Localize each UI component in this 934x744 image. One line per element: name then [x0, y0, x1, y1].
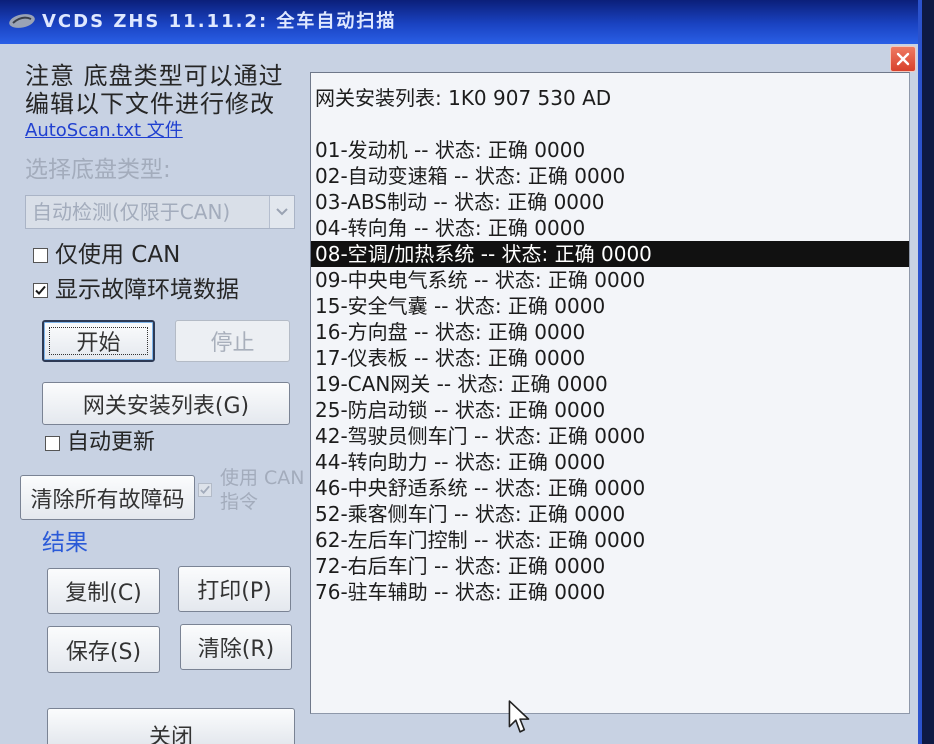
print-button-label: 打印(P) — [197, 579, 272, 604]
print-button[interactable]: 打印(P) — [178, 566, 291, 612]
chassis-type-dropdown-button[interactable] — [269, 196, 294, 228]
stop-button[interactable]: 停止 — [175, 320, 290, 362]
checkmark-icon — [35, 285, 46, 295]
result-row[interactable]: 03-ABS制动 -- 状态: 正确 0000 — [311, 189, 909, 215]
result-row[interactable]: 42-驾驶员侧车门 -- 状态: 正确 0000 — [311, 423, 909, 449]
show-freeze-frame-checkbox-box[interactable] — [33, 282, 48, 298]
gateway-list-button-label: 网关安装列表(G) — [82, 393, 250, 419]
clear-all-dtc-button-label: 清除所有故障码 — [30, 487, 185, 513]
use-can-command-label-line-1: 使用 CAN — [220, 467, 305, 489]
show-freeze-frame-checkbox[interactable]: 显示故障环境数据 — [33, 277, 239, 303]
result-row[interactable]: 16-方向盘 -- 状态: 正确 0000 — [311, 319, 909, 345]
chassis-note-line-1: 注意 底盘类型可以通过 — [25, 62, 284, 90]
chassis-type-select[interactable]: 自动检测(仅限于CAN) — [25, 195, 295, 229]
results-heading: 结果 — [42, 530, 88, 556]
result-row[interactable]: 08-空调/加热系统 -- 状态: 正确 0000 — [311, 241, 909, 267]
save-button[interactable]: 保存(S) — [47, 626, 160, 673]
result-row[interactable]: 46-中央舒适系统 -- 状态: 正确 0000 — [311, 475, 909, 501]
clear-all-dtc-button[interactable]: 清除所有故障码 — [20, 475, 195, 520]
result-row[interactable]: 25-防启动锁 -- 状态: 正确 0000 — [311, 397, 909, 423]
results-text-area[interactable]: 网关安装列表: 1K0 907 530 AD 01-发动机 -- 状态: 正确 … — [310, 72, 910, 714]
result-row[interactable]: 19-CAN网关 -- 状态: 正确 0000 — [311, 371, 909, 397]
stop-button-label: 停止 — [210, 331, 255, 356]
result-row[interactable]: 02-自动变速箱 -- 状态: 正确 0000 — [311, 163, 909, 189]
chassis-type-label: 选择底盘类型: — [25, 157, 171, 183]
focus-indicator — [49, 327, 148, 355]
result-row[interactable]: 04-转向角 -- 状态: 正确 0000 — [311, 215, 909, 241]
only-can-checkbox-box[interactable] — [33, 247, 48, 263]
chevron-down-icon — [276, 208, 288, 216]
result-row[interactable]: 17-仪表板 -- 状态: 正确 0000 — [311, 345, 909, 371]
use-can-command-label: 使用 CAN 指令 — [220, 466, 305, 514]
clear-results-button-label: 清除(R) — [197, 637, 275, 662]
clear-results-button[interactable]: 清除(R) — [180, 624, 292, 670]
show-freeze-frame-label: 显示故障环境数据 — [55, 277, 239, 303]
auto-update-checkbox-box[interactable] — [45, 435, 60, 451]
title-bar[interactable]: VCDS ZHS 11.11.2: 全车自动扫描 — [0, 0, 918, 44]
checkmark-icon — [200, 485, 210, 495]
autoscan-window: VCDS ZHS 11.11.2: 全车自动扫描 注意 底盘类型可以通过 编辑以… — [0, 0, 922, 744]
chassis-note-line-2: 编辑以下文件进行修改 — [25, 90, 275, 118]
result-row[interactable]: 76-驻车辅助 -- 状态: 正确 0000 — [311, 579, 909, 605]
only-can-label: 仅使用 CAN — [55, 242, 181, 268]
copy-button[interactable]: 复制(C) — [47, 568, 160, 614]
use-can-command-checkbox[interactable]: 使用 CAN 指令 — [198, 466, 305, 514]
result-row[interactable]: 44-转向助力 -- 状态: 正确 0000 — [311, 449, 909, 475]
save-button-label: 保存(S) — [65, 639, 142, 665]
window-close-button[interactable] — [890, 46, 916, 72]
close-icon — [896, 52, 910, 66]
results-blank-line — [311, 111, 909, 137]
result-row[interactable]: 52-乘客侧车门 -- 状态: 正确 0000 — [311, 501, 909, 527]
auto-update-checkbox[interactable]: 自动更新 — [45, 430, 155, 456]
start-button[interactable]: 开始 — [42, 320, 155, 362]
result-row[interactable]: 72-右后车门 -- 状态: 正确 0000 — [311, 553, 909, 579]
auto-update-label: 自动更新 — [67, 430, 156, 455]
copy-button-label: 复制(C) — [65, 581, 142, 606]
autoscan-file-link[interactable]: AutoScan.txt 文件 — [25, 120, 183, 142]
close-dialog-button-label: 关闭 — [148, 725, 193, 744]
results-header-line: 网关安装列表: 1K0 907 530 AD — [315, 86, 612, 110]
chassis-type-select-value: 自动检测(仅限于CAN) — [32, 200, 231, 224]
gateway-list-button[interactable]: 网关安装列表(G) — [42, 382, 290, 425]
result-row[interactable]: 01-发动机 -- 状态: 正确 0000 — [311, 137, 909, 163]
result-row[interactable]: 62-左后车门控制 -- 状态: 正确 0000 — [311, 527, 909, 553]
vcds-app-icon — [9, 14, 35, 28]
only-can-checkbox[interactable]: 仅使用 CAN — [33, 242, 180, 268]
window-title: VCDS ZHS 11.11.2: 全车自动扫描 — [42, 11, 397, 32]
result-row[interactable]: 15-安全气囊 -- 状态: 正确 0000 — [311, 293, 909, 319]
result-row[interactable]: 09-中央电气系统 -- 状态: 正确 0000 — [311, 267, 909, 293]
close-dialog-button[interactable]: 关闭 — [47, 708, 295, 744]
use-can-command-label-line-2: 指令 — [220, 491, 259, 513]
mouse-cursor-icon — [508, 700, 530, 733]
use-can-command-checkbox-box[interactable] — [198, 483, 212, 497]
